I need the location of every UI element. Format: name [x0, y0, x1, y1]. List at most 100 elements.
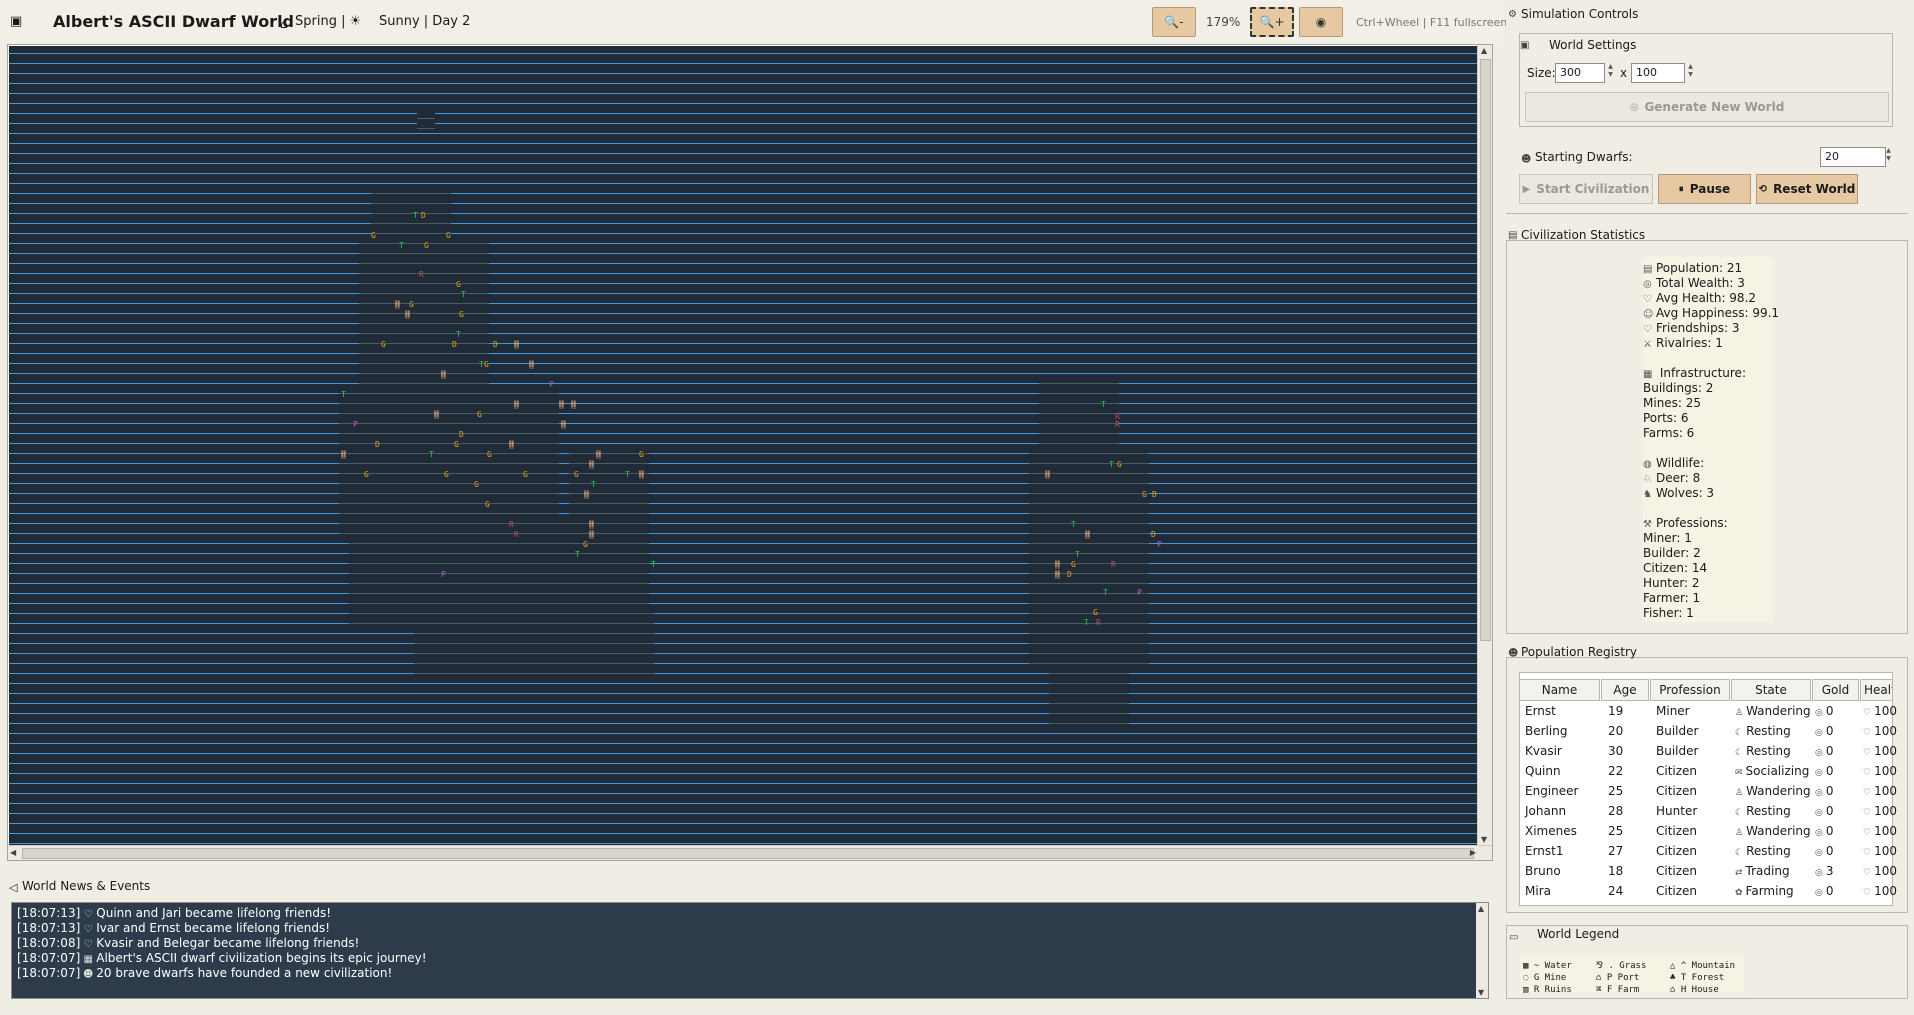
cell-gold: ◎ 0 [1815, 784, 1834, 798]
reset-world-button[interactable]: ⟲ Reset World [1756, 174, 1858, 204]
wolf-icon: ♞ [1643, 489, 1652, 500]
col-header-age[interactable]: Age [1601, 679, 1649, 701]
scroll-left-arrow-icon[interactable]: ◀ [10, 848, 16, 857]
legend-farm-label: F Farm [1606, 985, 1640, 995]
cell-state: ♙ Wandering [1735, 824, 1811, 838]
cell-age: 18 [1608, 864, 1624, 878]
cell-name: Bruno [1525, 864, 1561, 878]
world-height-input[interactable]: 100 [1631, 63, 1685, 83]
table-row[interactable] [1520, 882, 1892, 902]
zoom-out-icon: 🔍- [1164, 15, 1184, 29]
col-header-profession[interactable]: Profession [1650, 679, 1730, 701]
map-entity-glyph: G [444, 470, 449, 479]
map-entity-glyph: H [514, 400, 519, 409]
map-entity-glyph: H [434, 410, 439, 419]
scroll-down-arrow-icon[interactable]: ▼ [1481, 835, 1487, 844]
water-icon: ▦ [1523, 961, 1534, 971]
starting-dwarfs-stepper[interactable]: ▲ ▼ [1884, 147, 1893, 163]
col-header-name[interactable]: Name [1519, 679, 1600, 701]
width-stepper[interactable]: ▲ ▼ [1606, 63, 1615, 79]
play-icon: ▶ [1522, 183, 1531, 195]
wolves-value: Wolves: 3 [1656, 486, 1715, 500]
chat-icon: ✉ [1735, 768, 1743, 778]
map-entity-glyph: G [446, 231, 451, 240]
height-stepper[interactable]: ▲ ▼ [1686, 63, 1695, 79]
table-row[interactable] [1520, 802, 1892, 822]
rivalries-value: Rivalries: 1 [1656, 336, 1723, 350]
smile-icon: ☺ [1643, 309, 1654, 320]
generate-world-button[interactable]: ◎ Generate New World [1525, 92, 1889, 122]
cell-profession: Miner [1656, 704, 1690, 718]
health-value: 100 [1874, 884, 1897, 898]
map-hscroll-thumb[interactable] [22, 848, 1474, 859]
legend-grass-label: . Grass [1608, 961, 1647, 971]
map-entity-glyph: D [1067, 570, 1072, 579]
health-value: 100 [1874, 824, 1897, 838]
world-width-input[interactable]: 300 [1555, 63, 1605, 83]
simulation-controls-title: Simulation Controls [1521, 7, 1639, 21]
news-scrollbar[interactable]: ▲ ▼ [1476, 903, 1488, 998]
news-event: [18:07:13] ♡ Quinn and Jari became lifelon… [17, 906, 331, 920]
map-vertical-scrollbar[interactable]: ▲ ▼ [1477, 45, 1492, 860]
scroll-up-arrow-icon[interactable]: ▲ [1478, 904, 1484, 913]
state-value: Socializing [1745, 764, 1810, 778]
cell-health: ♡ 100 [1863, 784, 1897, 798]
scroll-up-arrow-icon[interactable]: ▲ [1481, 46, 1487, 55]
scroll-down-arrow-icon[interactable]: ▼ [1478, 988, 1484, 997]
heart-icon: ♡ [1643, 294, 1652, 305]
world-map-viewport[interactable]: DTGGTGRGTHGHGTGDHDTGHHPTHHHHGPHDDGHHTGHG… [7, 44, 1493, 861]
map-entity-glyph: G [474, 480, 479, 489]
heart-icon: ♡ [1863, 828, 1872, 838]
map-vscroll-thumb[interactable] [1480, 59, 1491, 641]
start-civilization-label: Start Civilization [1536, 182, 1650, 196]
starting-dwarfs-input[interactable]: 20 [1820, 147, 1886, 167]
reset-view-button[interactable]: ◉ [1299, 7, 1343, 37]
zoom-in-button[interactable]: 🔍+ [1250, 7, 1294, 37]
health-value: Avg Health: 98.2 [1656, 291, 1757, 305]
coin-icon: ◎ [1815, 868, 1823, 878]
table-row[interactable] [1520, 842, 1892, 862]
legend-port: ⌂ P Port [1596, 973, 1639, 983]
legend-water: ▦ ~ Water [1523, 961, 1572, 971]
forest-icon: ♣ [1670, 973, 1681, 983]
zoom-out-button[interactable]: 🔍- [1152, 7, 1196, 37]
scroll-right-arrow-icon[interactable]: ▶ [1470, 848, 1476, 857]
health-value: 100 [1874, 764, 1897, 778]
start-civilization-button[interactable]: ▶ Start Civilization [1519, 174, 1653, 204]
gold-value: 0 [1825, 784, 1834, 798]
table-row[interactable] [1520, 862, 1892, 882]
size-separator: x [1620, 66, 1628, 80]
season-label: Spring | ☀ [295, 14, 362, 29]
globe-icon: ◍ [1643, 459, 1652, 470]
stat-wealth: ◎ Total Wealth: 3 [1643, 276, 1745, 290]
app-title: Albert's ASCII Dwarf World [53, 12, 295, 31]
col-header-health[interactable]: Healt [1860, 679, 1893, 701]
pause-button[interactable]: ⏸ Pause [1658, 174, 1751, 204]
cell-state: ✉ Socializing [1735, 764, 1809, 778]
heart-icon: ♡ [83, 909, 93, 920]
stat-rivalries: ⚔ Rivalries: 1 [1643, 336, 1723, 350]
world-map-canvas[interactable]: DTGGTGRGTHGHGTGDHDTGHHPTHHHHGPHDDGHHTGHG… [9, 46, 1485, 856]
cell-name: Quinn [1525, 764, 1561, 778]
table-row[interactable] [1520, 762, 1892, 782]
mine-icon: ◌ [1523, 973, 1534, 983]
ruins-icon: ▥ [1523, 985, 1534, 995]
map-horizontal-scrollbar[interactable]: ◀ ▶ [8, 845, 1492, 860]
map-entity-glyph: G [454, 440, 459, 449]
state-value: Trading [1745, 864, 1790, 878]
map-entity-glyph: T [1103, 588, 1108, 597]
walking-icon: ♙ [1735, 788, 1744, 798]
table-row[interactable] [1520, 722, 1892, 742]
table-row[interactable] [1520, 742, 1892, 762]
news-log[interactable]: [18:07:13] ♡ Quinn and Jari became lifelon… [11, 902, 1489, 999]
professions-heading: ⚒ Professions: [1643, 516, 1728, 530]
map-entity-glyph: G [484, 360, 489, 369]
heart-icon: ♡ [1643, 324, 1652, 335]
table-row[interactable] [1520, 702, 1892, 722]
stat-health: ♡ Avg Health: 98.2 [1643, 291, 1756, 305]
map-entity-glyph: H [596, 450, 601, 459]
state-value: Wandering [1746, 784, 1811, 798]
cell-age: 24 [1608, 884, 1624, 898]
col-header-state[interactable]: State [1731, 679, 1811, 701]
col-header-gold[interactable]: Gold [1812, 679, 1859, 701]
